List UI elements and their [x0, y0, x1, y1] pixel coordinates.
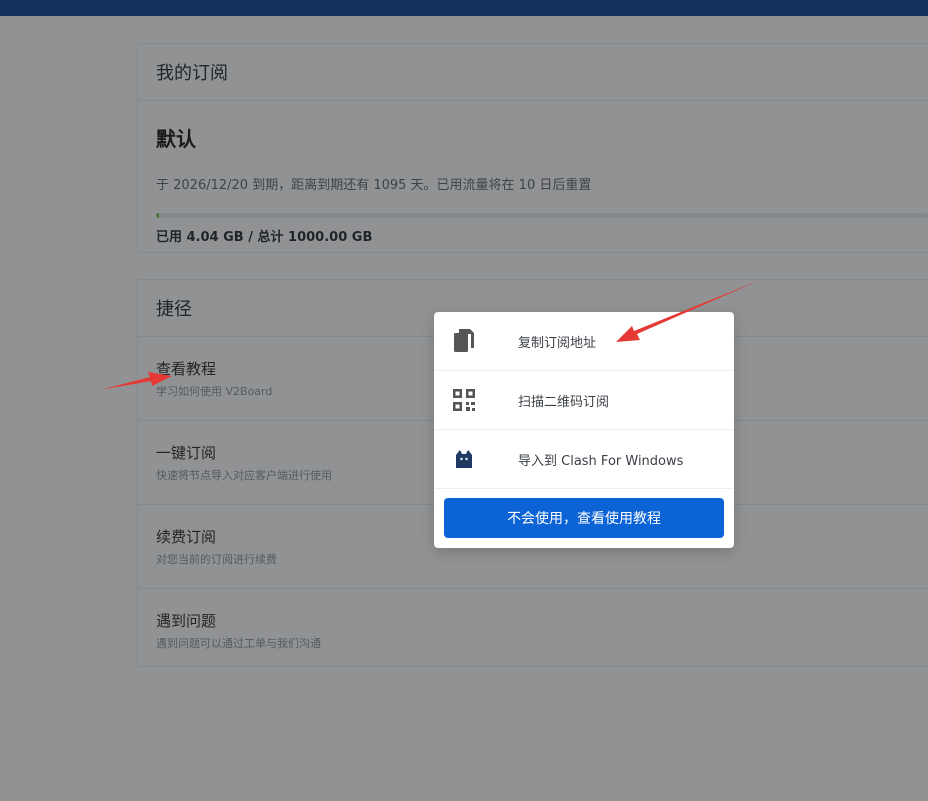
copy-subscription-url-option[interactable]: 复制订阅地址: [434, 312, 734, 371]
copy-icon: [434, 328, 494, 354]
option-label: 扫描二维码订阅: [518, 394, 610, 410]
view-tutorial-button[interactable]: 不会使用，查看使用教程: [444, 498, 724, 538]
scan-qrcode-option[interactable]: 扫描二维码订阅: [434, 371, 734, 430]
option-label: 导入到 Clash For Windows: [518, 453, 684, 469]
clash-cat-icon: [434, 449, 494, 469]
option-label: 复制订阅地址: [518, 335, 597, 351]
import-clash-option[interactable]: 导入到 Clash For Windows: [434, 430, 734, 489]
qrcode-icon: [434, 389, 494, 411]
subscribe-popup: 复制订阅地址 扫描二维码订阅 导入到 Clash For Windows 不会使…: [434, 312, 734, 548]
